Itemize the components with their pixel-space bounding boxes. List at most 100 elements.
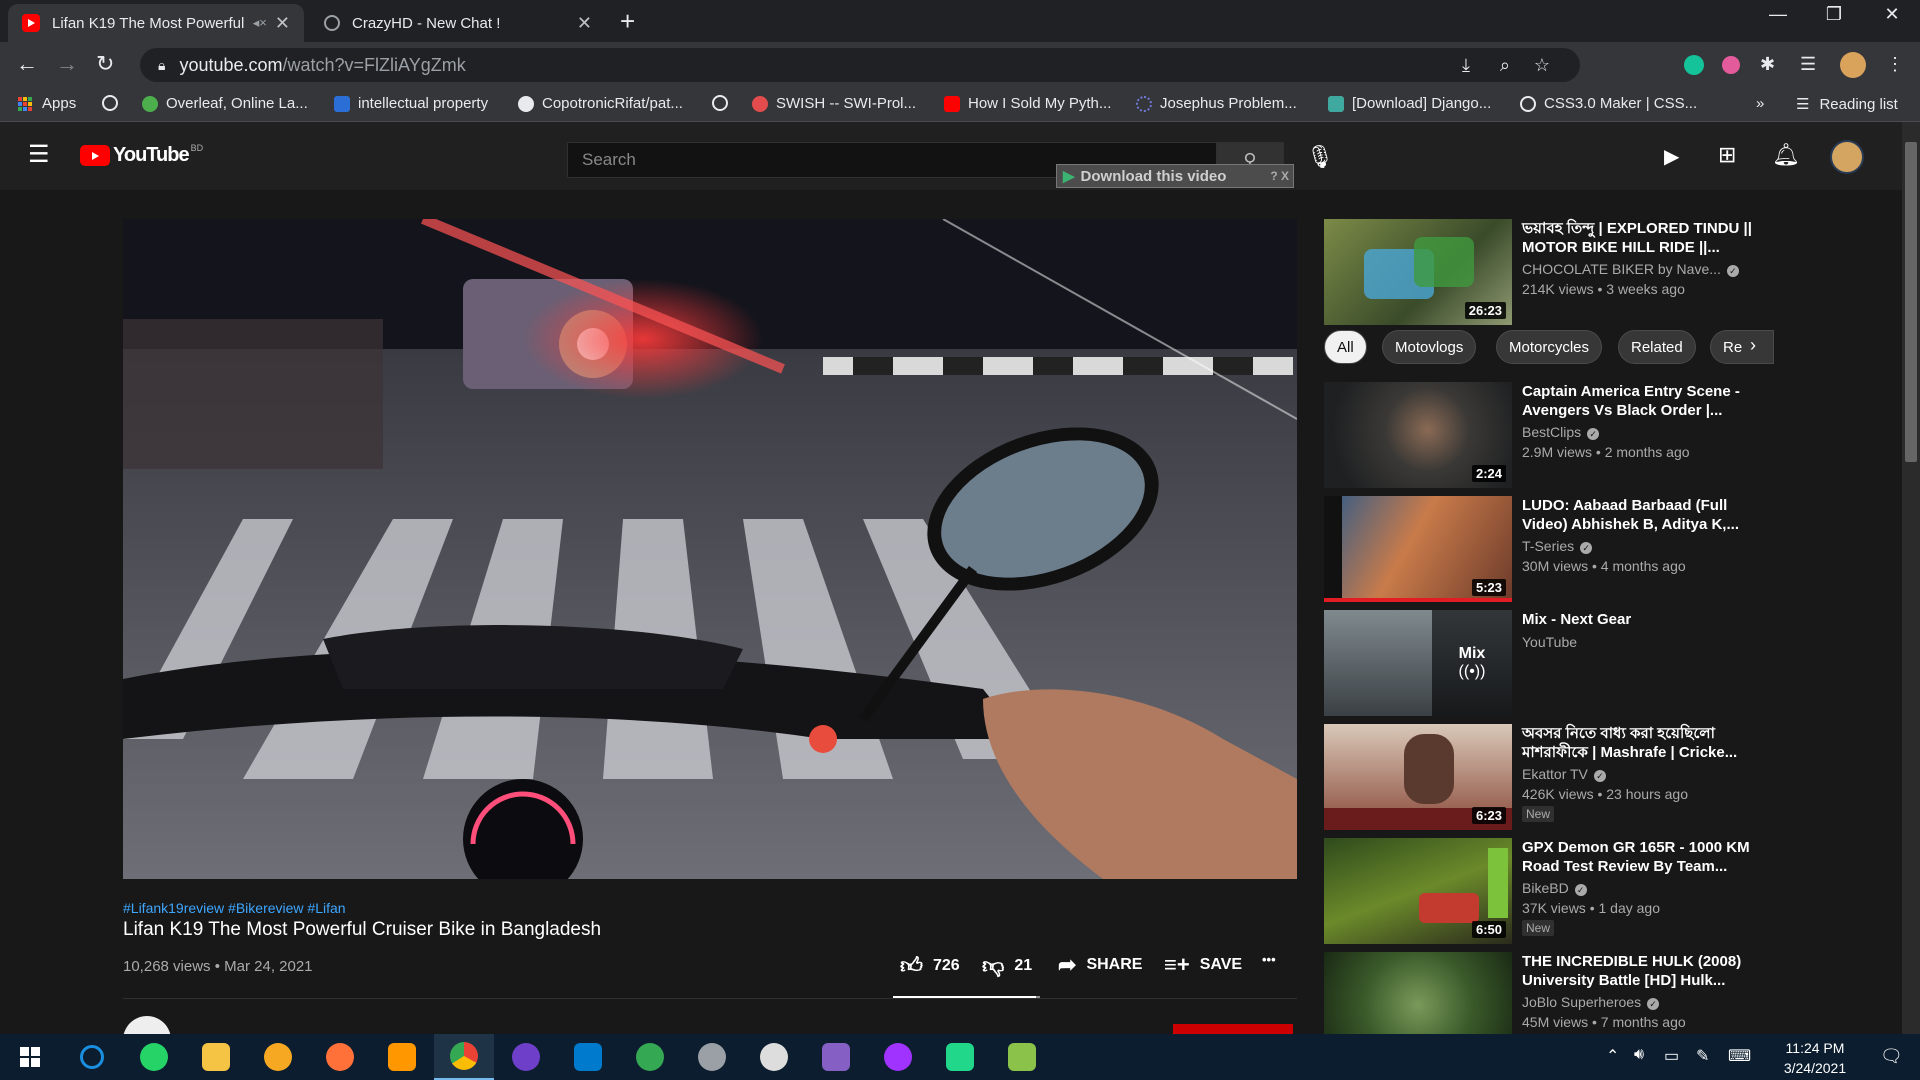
apps-icon[interactable]: ⊞ xyxy=(1718,142,1736,168)
recommendation-item[interactable]: 6:23 অবসর নিতে বাধ্য করা হয়েছিলো মাশরাফ… xyxy=(1324,724,1764,830)
channel-avatar[interactable] xyxy=(123,1016,171,1034)
rec-channel-name: JoBlo Superheroes xyxy=(1522,994,1642,1010)
verified-icon: ✓ xyxy=(1593,770,1606,782)
taskbar-vscode[interactable] xyxy=(558,1034,618,1080)
forward-icon[interactable]: → xyxy=(56,51,78,77)
reading-list[interactable]: ☰ Reading list xyxy=(1796,95,1898,114)
extensions-puzzle-icon[interactable]: ✱ xyxy=(1760,54,1775,75)
minimize-icon[interactable]: — xyxy=(1750,4,1806,25)
bookmarks-overflow[interactable]: » xyxy=(1756,95,1764,112)
pen-icon[interactable]: ✎ xyxy=(1696,1046,1709,1066)
taskbar-cortana[interactable] xyxy=(62,1034,122,1080)
install-icon[interactable]: ⤓ xyxy=(1462,55,1470,76)
microphone-icon[interactable]: 🎙︎ xyxy=(1306,144,1334,170)
bookmark-apps[interactable]: Apps xyxy=(18,95,76,112)
reading-list-icon: ☰ xyxy=(1796,96,1810,113)
scrollbar-thumb[interactable] xyxy=(1905,142,1917,462)
hamburger-menu-icon[interactable]: ☰ xyxy=(28,140,50,169)
taskbar-messenger[interactable] xyxy=(868,1034,928,1080)
start-button[interactable] xyxy=(0,1034,60,1080)
taskbar-inkscape[interactable] xyxy=(744,1034,804,1080)
recommendation-item[interactable]: 26:23 ভয়াবহ তিন্দু | EXPLORED TINDU || … xyxy=(1324,219,1764,325)
taskbar-whatsapp[interactable] xyxy=(124,1034,184,1080)
messenger-icon xyxy=(884,1043,912,1071)
close-window-icon[interactable]: ✕ xyxy=(1864,4,1920,25)
recommendation-item[interactable]: THE INCREDIBLE HULK (2008) University Ba… xyxy=(1324,952,1764,1034)
recommendation-item[interactable]: 5:23 LUDO: Aabaad Barbaad (Full Video) A… xyxy=(1324,496,1764,602)
maximize-icon[interactable]: ❐ xyxy=(1806,4,1862,25)
taskbar-github-desktop[interactable] xyxy=(496,1034,556,1080)
recommendation-item[interactable]: 2:24 Captain America Entry Scene - Aveng… xyxy=(1324,382,1764,488)
video-hashtags[interactable]: #Lifank19review #Bikereview #Lifan xyxy=(123,900,346,916)
chip-motovlogs[interactable]: Motovlogs xyxy=(1382,330,1477,364)
chevron-right-icon[interactable]: › xyxy=(1750,335,1756,356)
page-scrollbar[interactable] xyxy=(1902,122,1920,1034)
rec-channel: T-Series ✓ xyxy=(1522,538,1593,554)
keyboard-icon[interactable]: ⌨ xyxy=(1728,1046,1751,1066)
chip-motorcycles[interactable]: Motorcycles xyxy=(1496,330,1603,364)
zoom-icon[interactable]: ⌕ xyxy=(1500,55,1510,76)
create-video-icon[interactable]: ▶︎ xyxy=(1664,144,1679,169)
address-bar[interactable]: 🔒︎ youtube.com /watch?v=FlZliAYgZmk ⤓ ⌕ … xyxy=(140,48,1580,82)
chip-related[interactable]: Related xyxy=(1618,330,1696,364)
share-button[interactable]: ➦ SHARE xyxy=(1058,952,1142,978)
more-actions-button[interactable]: ••• xyxy=(1262,952,1276,967)
taskbar-file-explorer[interactable] xyxy=(186,1034,246,1080)
recommendation-item[interactable]: 6:50 GPX Demon GR 165R - 1000 KM Road Te… xyxy=(1324,838,1764,944)
bookmark-github[interactable]: CopotronicRifat/pat... xyxy=(518,95,683,112)
taskbar-sublime[interactable] xyxy=(372,1034,432,1080)
taskbar-chrome[interactable] xyxy=(434,1034,494,1080)
taskbar-firefox[interactable] xyxy=(310,1034,370,1080)
save-button[interactable]: ≡+ SAVE xyxy=(1164,952,1242,978)
bookmark-youtube[interactable]: How I Sold My Pyth... xyxy=(944,95,1111,112)
youtube-logo[interactable]: YouTube BD xyxy=(80,143,203,167)
taskbar-notepad[interactable] xyxy=(992,1034,1052,1080)
bookmark-globe[interactable] xyxy=(102,95,126,111)
bookmark-overleaf[interactable]: Overleaf, Online La... xyxy=(142,95,308,112)
subscribe-button[interactable] xyxy=(1173,1024,1293,1034)
tray-chevron-icon[interactable]: ⌃ xyxy=(1606,1046,1619,1066)
media-control-icon[interactable]: ☰ xyxy=(1800,54,1816,75)
download-video-button[interactable]: ▶ Download this video ? X xyxy=(1056,164,1294,188)
video-player[interactable] xyxy=(123,219,1297,879)
tab-youtube[interactable]: Lifan K19 The Most Powerful ◂× ✕ xyxy=(8,4,304,42)
bookmark-django[interactable]: [Download] Django... xyxy=(1328,95,1491,112)
profile-avatar[interactable] xyxy=(1840,52,1866,78)
extension-colorful-icon[interactable] xyxy=(1722,56,1740,74)
bookmark-css-maker[interactable]: CSS3.0 Maker | CSS... xyxy=(1520,95,1697,112)
taskbar-pycharm[interactable] xyxy=(930,1034,990,1080)
mute-icon[interactable]: ◂× xyxy=(253,15,267,31)
recommendation-item[interactable]: Mix ((•)) Mix - Next Gear YouTube xyxy=(1324,610,1764,716)
rec-channel: Ekattor TV ✓ xyxy=(1522,766,1606,782)
taskbar-paint[interactable] xyxy=(682,1034,742,1080)
network-icon[interactable]: ▭ xyxy=(1664,1046,1679,1066)
notifications-icon[interactable]: 🗨︎ xyxy=(1880,1046,1903,1067)
chip-all[interactable]: All xyxy=(1324,330,1367,364)
close-tab-icon[interactable]: ✕ xyxy=(577,13,592,34)
menu-kebab-icon[interactable]: ⋮ xyxy=(1886,54,1904,75)
new-tab-icon[interactable]: + xyxy=(620,6,635,37)
back-icon[interactable]: ← xyxy=(16,51,38,77)
like-button[interactable]: 👍︎ 726 xyxy=(900,952,960,979)
download-help-close[interactable]: ? X xyxy=(1270,169,1289,183)
account-avatar[interactable] xyxy=(1830,140,1864,174)
bookmark-star-icon[interactable]: ☆ xyxy=(1534,55,1550,76)
close-tab-icon[interactable]: ✕ xyxy=(275,13,290,34)
bookmark-swish[interactable]: SWISH -- SWI-Prol... xyxy=(752,95,916,112)
url-path: /watch?v=FlZliAYgZmk xyxy=(282,54,466,75)
chip-re[interactable]: Re xyxy=(1710,330,1774,364)
taskbar-photos[interactable] xyxy=(620,1034,680,1080)
bookmark-josephus[interactable]: Josephus Problem... xyxy=(1136,95,1297,112)
rec-channel: YouTube xyxy=(1522,634,1577,650)
notifications-bell-icon[interactable]: 🔔︎ xyxy=(1772,142,1800,168)
taskbar-avast[interactable] xyxy=(248,1034,308,1080)
grammarly-icon[interactable] xyxy=(1684,55,1704,75)
bookmark-globe-2[interactable] xyxy=(712,95,736,111)
bookmark-intellectual-property[interactable]: intellectual property xyxy=(334,95,488,112)
tab-crazyhd[interactable]: CrazyHD - New Chat ! ✕ xyxy=(310,4,606,42)
dislike-button[interactable]: 👎︎ 21 xyxy=(982,952,1032,979)
reload-icon[interactable]: ↻ xyxy=(96,51,114,77)
volume-icon[interactable]: 🔊︎ xyxy=(1634,1046,1644,1064)
taskbar-visual-studio[interactable] xyxy=(806,1034,866,1080)
system-clock[interactable]: 11:24 PM 3/24/2021 xyxy=(1760,1038,1870,1078)
